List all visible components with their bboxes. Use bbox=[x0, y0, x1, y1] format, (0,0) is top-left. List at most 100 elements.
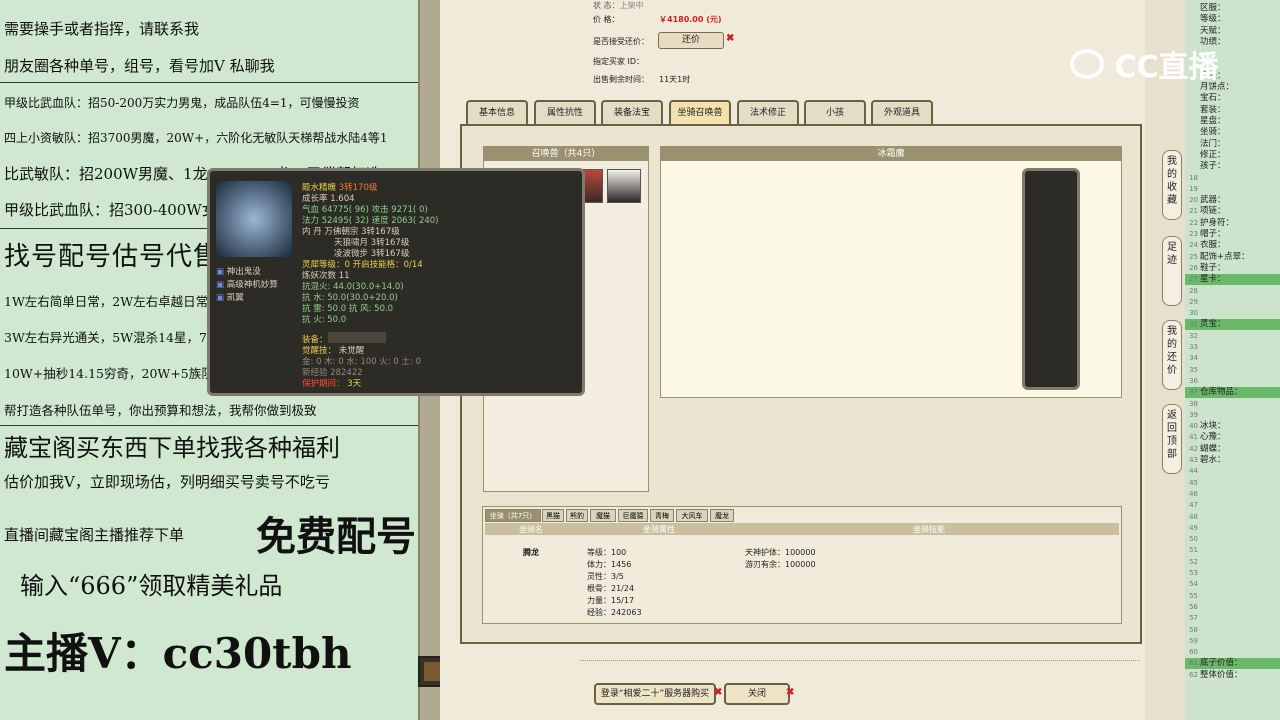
pet-skill: ▣ 高级神机妙算 bbox=[216, 280, 278, 290]
footprints-button[interactable]: 足迹 bbox=[1162, 236, 1182, 306]
notes-row: 39 bbox=[1185, 410, 1280, 421]
row-number: 18 bbox=[1189, 173, 1198, 182]
row-label: 套装： bbox=[1200, 104, 1226, 115]
row-label: 鞋子： bbox=[1200, 262, 1226, 273]
row-number: 25 bbox=[1189, 252, 1198, 261]
row-label: 衣服： bbox=[1200, 240, 1226, 251]
pet-avatar[interactable] bbox=[607, 169, 641, 203]
mount-tab[interactable]: 坐骑（共7只） bbox=[485, 509, 541, 522]
divider bbox=[580, 660, 1140, 661]
tab-spell-mods[interactable]: 法术修正 bbox=[737, 100, 799, 124]
pet-protect-label: 保护期间： bbox=[302, 379, 345, 389]
mount-tab[interactable]: 青梅 bbox=[650, 509, 674, 522]
tab-mounts-pets[interactable]: 坐骑召唤兽 bbox=[669, 100, 731, 124]
row-number: 32 bbox=[1189, 331, 1198, 340]
notes-row: 40 冰块： bbox=[1185, 421, 1280, 432]
divider bbox=[0, 425, 418, 426]
row-number: 41 bbox=[1189, 433, 1198, 442]
row-label: 底子价值： bbox=[1200, 658, 1243, 669]
price-value: ￥4180.00 (元) bbox=[659, 15, 722, 24]
promo-free-config: 免费配号 bbox=[256, 513, 416, 560]
row-number: 51 bbox=[1189, 546, 1198, 555]
my-bargains-button[interactable]: 我的还价 bbox=[1162, 320, 1182, 390]
row-label: 蝴蝶： bbox=[1200, 443, 1226, 454]
promo-gift: 输入“666”领取精美礼品 bbox=[20, 572, 283, 600]
tab-appearance[interactable]: 外观道具 bbox=[871, 100, 933, 124]
row-number: 39 bbox=[1189, 410, 1198, 419]
mount-tab[interactable]: 大风车 bbox=[676, 509, 708, 522]
mount-tab[interactable]: 熊豹 bbox=[566, 509, 588, 522]
notes-row: 25 配饰+点翠： bbox=[1185, 252, 1280, 263]
row-number: 52 bbox=[1189, 557, 1198, 566]
row-number: 30 bbox=[1189, 309, 1198, 318]
tab-child[interactable]: 小孩 bbox=[804, 100, 866, 124]
tab-attributes[interactable]: 属性抗性 bbox=[534, 100, 596, 124]
row-label: 灵宝： bbox=[1200, 319, 1226, 330]
my-favorites-button[interactable]: 我的收藏 bbox=[1162, 150, 1182, 220]
promo-line: 甲级比武血队：招50-200万实力男鬼，成品队伍4=1，可慢慢投资 bbox=[4, 96, 360, 110]
notes-row: 42 蝴蝶： bbox=[1185, 444, 1280, 455]
row-label: 宝石： bbox=[1200, 93, 1226, 104]
notes-row: 孩子： bbox=[1185, 161, 1280, 172]
notes-row: 26 鞋子： bbox=[1185, 263, 1280, 274]
status-line: 状 态：上架中 bbox=[593, 1, 644, 10]
row-number: 35 bbox=[1189, 365, 1198, 374]
mount-tab[interactable]: 魔猫 bbox=[590, 509, 616, 522]
row-label: 心豫： bbox=[1200, 432, 1226, 443]
notes-row: 33 bbox=[1185, 342, 1280, 353]
row-number: 56 bbox=[1189, 602, 1198, 611]
close-button[interactable]: 关闭 bbox=[724, 683, 790, 705]
bargain-button[interactable]: 还价 bbox=[658, 32, 724, 49]
notes-row: 36 bbox=[1185, 376, 1280, 387]
row-number: 62 bbox=[1189, 670, 1198, 679]
notes-row: 修正： bbox=[1185, 150, 1280, 161]
notes-row: 星盘： bbox=[1185, 116, 1280, 127]
promo-line: 估价加我V，立即现场估，列明细买号卖号不吃亏 bbox=[4, 473, 330, 491]
pet-portrait bbox=[216, 181, 292, 257]
tab-equipment[interactable]: 装备法宝 bbox=[601, 100, 663, 124]
notes-row: 22 护身符： bbox=[1185, 218, 1280, 229]
row-label: 碧水： bbox=[1200, 455, 1226, 465]
mount-stats: 等级：100 体力：1456 灵性：3/5 根骨：21/24 力量：15/17 经验：2… bbox=[587, 548, 642, 617]
mount-tab[interactable]: 魔龙 bbox=[710, 509, 734, 522]
tab-basic-info[interactable]: 基本信息 bbox=[466, 100, 528, 124]
notes-row: 套装： bbox=[1185, 105, 1280, 116]
notes-row: 20 武器： bbox=[1185, 195, 1280, 206]
bargain-label: 是否接受还价： bbox=[593, 37, 649, 46]
notes-row: 58 bbox=[1185, 625, 1280, 636]
pet-list-header: 召唤兽（共4只） bbox=[484, 147, 648, 161]
row-label: 配饰+点翠： bbox=[1200, 251, 1250, 262]
notes-row: 54 bbox=[1185, 579, 1280, 590]
row-number: 24 bbox=[1189, 241, 1198, 250]
row-number: 21 bbox=[1189, 207, 1198, 216]
notes-row: 天赋： bbox=[1185, 26, 1280, 37]
notes-row: 56 bbox=[1185, 602, 1280, 613]
row-number: 26 bbox=[1189, 263, 1198, 272]
notes-row: 48 bbox=[1185, 512, 1280, 523]
row-label: 冰块： bbox=[1200, 421, 1226, 432]
row-number: 36 bbox=[1189, 376, 1198, 385]
row-number: 22 bbox=[1189, 218, 1198, 227]
row-label: 武器： bbox=[1200, 195, 1226, 206]
notes-row: 37 仓库物品： bbox=[1185, 387, 1280, 399]
row-number: 19 bbox=[1189, 184, 1198, 193]
row-label: 孩子： bbox=[1200, 161, 1226, 172]
notes-row: 38 bbox=[1185, 399, 1280, 410]
row-number: 28 bbox=[1189, 286, 1198, 295]
promo-contact: 主播V：cc30tbh bbox=[4, 629, 352, 678]
mount-tab[interactable]: 巨魔猿 bbox=[618, 509, 648, 522]
pet-tooltip: 殿水精魄 3转170级 成长率 1.604 气血 64775( 96) 攻击 9… bbox=[207, 168, 585, 396]
notes-row: 52 bbox=[1185, 557, 1280, 568]
notes-row: 55 bbox=[1185, 591, 1280, 602]
row-number: 33 bbox=[1189, 343, 1198, 351]
tooltip-secondary bbox=[1022, 168, 1080, 390]
mount-tab[interactable]: 黑猫 bbox=[542, 509, 564, 522]
login-server-purchase-button[interactable]: 登录“相爱二十”服务器购买 bbox=[594, 683, 716, 705]
pet-res-4: 抗 火: 50.0 bbox=[302, 315, 347, 325]
row-number: 57 bbox=[1189, 614, 1198, 623]
back-to-top-button[interactable]: 返回顶部 bbox=[1162, 404, 1182, 474]
notes-row: 18 bbox=[1185, 173, 1280, 184]
row-number: 49 bbox=[1189, 523, 1198, 532]
notes-row: 49 bbox=[1185, 523, 1280, 534]
pet-protect-value: 3天 bbox=[347, 379, 362, 389]
